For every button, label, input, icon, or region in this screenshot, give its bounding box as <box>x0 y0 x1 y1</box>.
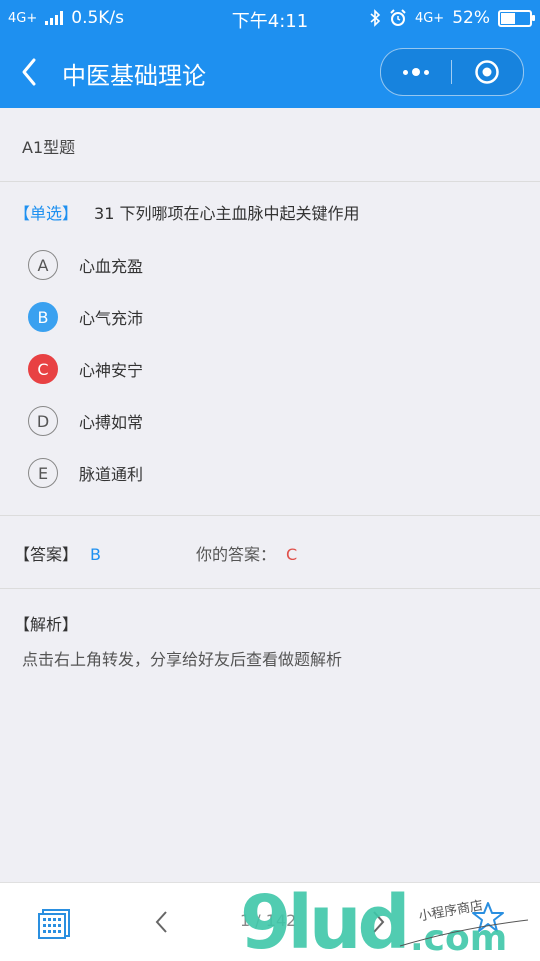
option-letter: E <box>28 458 58 488</box>
bluetooth-icon <box>370 9 381 27</box>
option-d[interactable]: D 心搏如常 <box>28 405 143 437</box>
correct-answer: B <box>90 545 101 564</box>
chevron-right-icon <box>373 911 385 933</box>
chevron-left-icon <box>22 58 36 86</box>
option-text: 脉道通利 <box>79 465 144 484</box>
answer-label: 【答案】 <box>14 545 79 564</box>
answer-sheet-button[interactable] <box>38 905 72 939</box>
analysis-text: 点击右上角转发，分享给好友后查看做题解析 <box>22 650 343 669</box>
option-b[interactable]: B 心气充沛 <box>28 301 143 333</box>
your-answer-value: C <box>286 545 298 564</box>
option-letter: A <box>28 250 58 280</box>
close-button[interactable] <box>452 49 522 95</box>
option-text: 心神安宁 <box>79 361 144 380</box>
chevron-left-icon <box>155 911 167 933</box>
divider <box>0 181 540 182</box>
option-a[interactable]: A 心血充盈 <box>28 249 143 281</box>
answer-row: 【答案】 B 你的答案： C <box>14 541 514 565</box>
target-close-icon <box>475 60 499 84</box>
battery-icon <box>498 9 535 27</box>
divider <box>0 588 540 589</box>
next-question-button[interactable] <box>366 905 390 939</box>
option-letter: C <box>28 354 58 384</box>
page-indicator: 1 / 142 <box>240 911 297 930</box>
more-button[interactable] <box>381 49 451 95</box>
answer-sheet-icon <box>38 909 70 939</box>
question-header: 【单选】 31 下列哪项在心主血脉中起关键作用 <box>14 200 359 224</box>
clock: 下午4:11 <box>231 11 309 32</box>
battery-percent: 52% <box>452 8 490 28</box>
option-letter: B <box>28 302 58 332</box>
network-indicator-right: 4G+ <box>414 10 445 26</box>
page-title: 中医基础理论 <box>62 62 206 90</box>
option-text: 心搏如常 <box>79 413 144 432</box>
question-text: 31 下列哪项在心主血脉中起关键作用 <box>94 204 360 223</box>
analysis-title: 【解析】 <box>14 615 79 634</box>
divider <box>0 515 540 516</box>
option-text: 心气充沛 <box>79 309 144 328</box>
prev-question-button[interactable] <box>150 905 174 939</box>
question-type-tag: 【单选】 <box>14 204 79 223</box>
your-answer-label: 你的答案： <box>196 545 277 564</box>
option-text: 心血充盈 <box>79 257 144 276</box>
nav-bar: 中医基础理论 <box>0 36 540 108</box>
option-e[interactable]: E 脉道通利 <box>28 457 143 489</box>
alarm-icon <box>390 9 406 26</box>
bottom-bar: 1 / 142 <box>0 882 540 961</box>
your-answer: 你的答案： C <box>196 541 297 565</box>
option-letter: D <box>28 406 58 436</box>
back-button[interactable] <box>16 54 46 90</box>
status-bar: 4G+ 0.5K/s 下午4:11 4G+ 52% <box>0 0 540 36</box>
section-title: A1型题 <box>22 138 76 157</box>
mini-program-capsule <box>380 48 524 96</box>
option-c[interactable]: C 心神安宁 <box>28 353 143 385</box>
